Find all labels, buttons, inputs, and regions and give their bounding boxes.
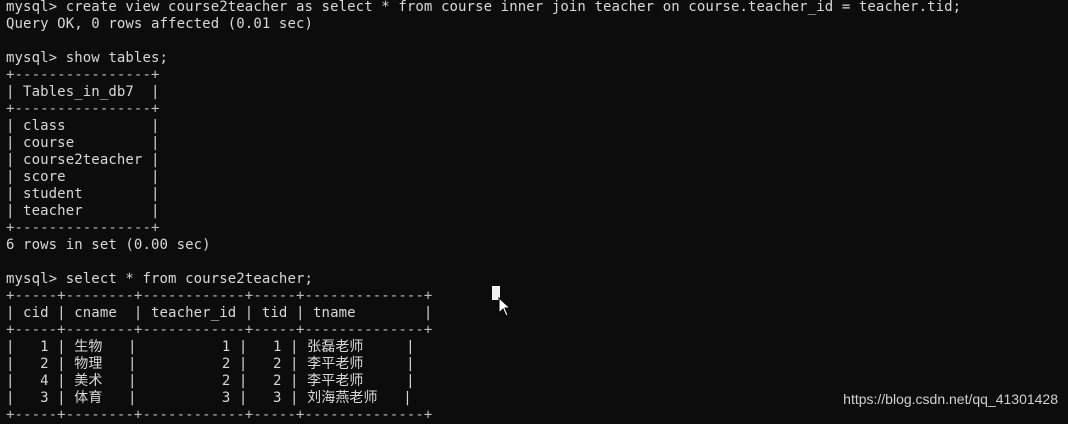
table-row: | class | <box>6 118 160 134</box>
table-header-row: | Tables_in_db7 | <box>6 84 160 100</box>
table-row: | 1 | 生物 | 1 | 1 | 张磊老师 | <box>6 339 415 355</box>
table-row: | course2teacher | <box>6 152 160 168</box>
result-summary: 6 rows in set (0.00 sec) <box>6 237 211 253</box>
table-row: | teacher | <box>6 203 160 219</box>
watermark-url: https://blog.csdn.net/qq_41301428 <box>843 391 1058 407</box>
table-border: +-----+--------+------------+-----+-----… <box>6 288 433 304</box>
table-header-row: | cid | cname | teacher_id | tid | tname… <box>6 305 433 321</box>
table-border: +----------------+ <box>6 67 160 83</box>
terminal-line: Query OK, 0 rows affected (0.01 sec) <box>6 16 314 32</box>
table-row: | 2 | 物理 | 2 | 2 | 李平老师 | <box>6 356 415 372</box>
table-border: +-----+--------+------------+-----+-----… <box>6 322 433 338</box>
terminal-line: mysql> show tables; <box>6 50 169 66</box>
terminal-line: mysql> create view course2teacher as sel… <box>6 0 962 15</box>
table-row: | 3 | 体育 | 3 | 3 | 刘海燕老师 | <box>6 390 412 406</box>
terminal-window[interactable]: mysql> create view course2teacher as sel… <box>0 0 1068 423</box>
terminal-output: mysql> create view course2teacher as sel… <box>6 0 961 424</box>
table-border: +-----+--------+------------+-----+-----… <box>6 407 433 423</box>
terminal-line: mysql> select * from course2teacher; <box>6 271 314 287</box>
table-row: | student | <box>6 186 160 202</box>
mouse-pointer-icon <box>498 296 512 321</box>
table-border: +----------------+ <box>6 220 160 236</box>
table-row: | score | <box>6 169 160 185</box>
table-border: +----------------+ <box>6 101 160 117</box>
table-row: | course | <box>6 135 160 151</box>
table-row: | 4 | 美术 | 2 | 2 | 李平老师 | <box>6 373 415 389</box>
